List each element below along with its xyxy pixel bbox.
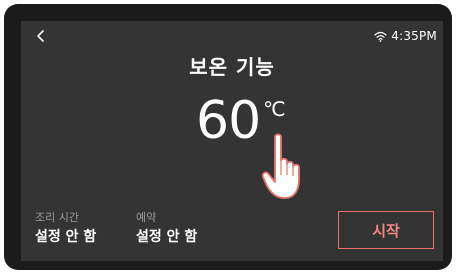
status-bar: 4:35PM [374,29,437,43]
temperature-value: 60 [196,91,261,151]
reservation-label: 예약 [136,211,157,224]
back-button[interactable] [30,25,52,47]
cook-time-value: 설정 안 함 [35,229,97,245]
clock-time: 4:35PM [391,29,437,43]
temperature-unit: ℃ [263,97,286,121]
start-button[interactable]: 시작 [338,211,434,249]
control-panel-screen: 4:35PM 보온 기능 60 ℃ 조리 시간 설정 안 함 예약 설정 안 함… [21,21,443,261]
pointing-hand-icon [261,133,300,199]
cook-time-setting: 조리 시간 설정 안 함 [35,211,96,247]
page-title: 보온 기능 [189,55,275,79]
device-bezel: 4:35PM 보온 기능 60 ℃ 조리 시간 설정 안 함 예약 설정 안 함… [4,4,452,270]
chevron-left-icon [37,30,44,42]
wifi-icon [374,31,387,42]
reservation-setting: 예약 설정 안 함 [136,211,197,247]
cook-time-label: 조리 시간 [35,211,79,224]
reservation-value: 설정 안 함 [136,229,198,245]
